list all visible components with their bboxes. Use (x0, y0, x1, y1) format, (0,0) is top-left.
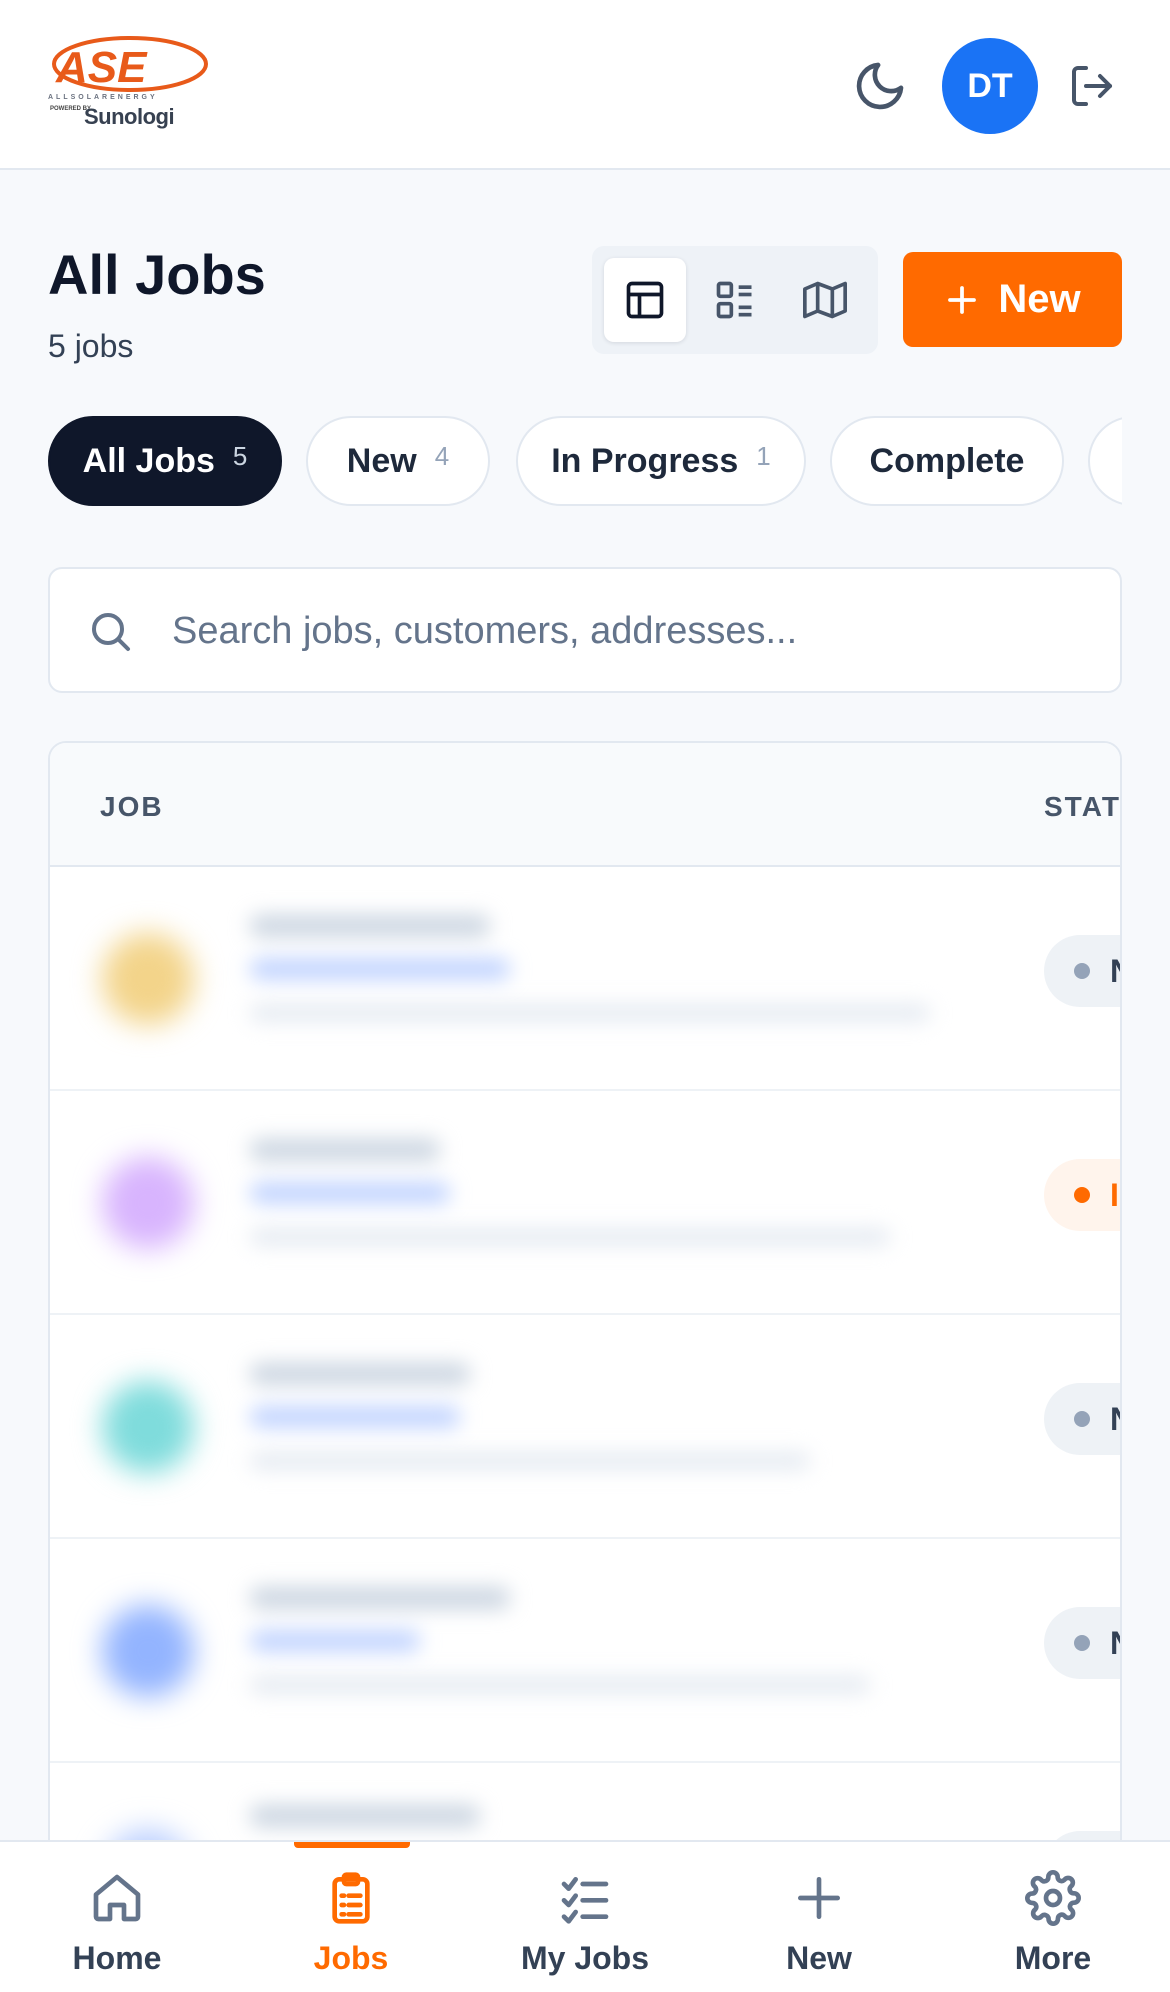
job-address-redacted (250, 1005, 930, 1021)
job-title-redacted (250, 1363, 470, 1385)
gear-icon (1025, 1870, 1081, 1926)
app-header: ASE ALLSOLARENERGY POWERED BY Sunologi D… (0, 0, 1170, 170)
tab-count: 5 (232, 440, 248, 471)
search-input[interactable] (172, 597, 1072, 665)
search-bar (48, 567, 1122, 693)
job-avatar (102, 1157, 194, 1249)
job-avatar (102, 1605, 194, 1697)
tab-label: In Progress (551, 441, 739, 480)
moon-icon[interactable] (852, 58, 908, 114)
nav-item-jobs[interactable]: Jobs (234, 1842, 468, 1992)
new-job-button-label: New (998, 277, 1081, 321)
tab-label: All Jobs (82, 441, 215, 480)
job-avatar (102, 1381, 194, 1473)
status-badge: N (1044, 1607, 1120, 1679)
table-view-button[interactable] (604, 258, 686, 342)
job-count: 5 jobs (48, 328, 134, 364)
logo-tagline: ALLSOLARENERGY (48, 94, 158, 101)
tab-new[interactable]: New 4 (306, 416, 490, 506)
checklist-icon (561, 1877, 609, 1924)
table-view-icon (626, 281, 664, 319)
map-view-button[interactable] (784, 258, 866, 342)
logout-icon[interactable] (1068, 62, 1116, 110)
table-row[interactable]: N (50, 1315, 1120, 1539)
tab-count: 1 (756, 440, 771, 471)
job-title-redacted (250, 1587, 510, 1609)
bottom-navigation: Home Jobs My Jobs New More (0, 1840, 1170, 1992)
list-view-icon (716, 281, 752, 319)
table-row[interactable]: N (50, 1539, 1120, 1763)
page-title: All Jobs (48, 243, 266, 306)
status-text: N (1110, 1401, 1120, 1438)
status-badge: I (1044, 1159, 1120, 1231)
new-job-button[interactable]: New (903, 252, 1122, 347)
nav-label: Jobs (313, 1940, 389, 1976)
tab-count: 4 (434, 440, 450, 471)
tab-label: Complete (869, 441, 1025, 480)
status-badge: N (1044, 1383, 1120, 1455)
table-row[interactable]: I (50, 1091, 1120, 1315)
tab-label: New (346, 441, 417, 480)
company-logo[interactable]: ASE ALLSOLARENERGY POWERED BY Sunologi (48, 32, 208, 136)
job-address-redacted (250, 1677, 870, 1693)
tab-complete[interactable]: Complete (830, 416, 1064, 506)
status-text: N (1110, 953, 1120, 990)
column-header-status: STAT (1044, 791, 1121, 822)
list-view-button[interactable] (694, 258, 776, 342)
table-header: JOB STAT (50, 743, 1120, 867)
clipboard-icon (332, 1872, 370, 1924)
job-title-redacted (250, 915, 490, 937)
job-customer-redacted (250, 959, 510, 979)
nav-item-my-jobs[interactable]: My Jobs (468, 1842, 702, 1992)
nav-item-new[interactable]: New (702, 1842, 936, 1992)
job-customer-redacted (250, 1183, 450, 1203)
job-address-redacted (250, 1453, 810, 1469)
tab-in-progress[interactable]: In Progress 1 (516, 416, 806, 506)
job-avatar (102, 933, 194, 1025)
job-address-redacted (250, 1229, 890, 1245)
home-icon (93, 1874, 141, 1922)
view-mode-toggle (592, 246, 878, 354)
status-badge: N (1044, 935, 1120, 1007)
job-title-redacted (250, 1805, 480, 1827)
nav-label: Home (72, 1940, 162, 1976)
tab-more-filter[interactable] (1088, 416, 1122, 506)
nav-item-home[interactable]: Home (0, 1842, 234, 1992)
status-dot (1074, 963, 1090, 979)
nav-label: More (1014, 1940, 1092, 1976)
logo-brand-text: ASE (55, 43, 148, 92)
job-customer-redacted (250, 1407, 460, 1427)
plus-icon (798, 1877, 840, 1919)
map-view-icon (803, 281, 847, 319)
plus-icon (948, 285, 977, 314)
filter-tabs: All Jobs 5 New 4 In Progress 1 Complete (48, 416, 1122, 508)
logo-mark: ASE (52, 36, 208, 92)
logo-subtitle: Sunologi (84, 104, 175, 129)
status-dot (1074, 1411, 1090, 1427)
status-text: N (1110, 1625, 1120, 1662)
jobs-table: JOB STAT N I N (48, 741, 1122, 1991)
status-dot (1074, 1635, 1090, 1651)
user-avatar[interactable]: DT (942, 38, 1038, 134)
nav-item-more[interactable]: More (936, 1842, 1170, 1992)
table-row[interactable]: N (50, 867, 1120, 1091)
status-dot (1074, 1187, 1090, 1203)
tab-all-jobs[interactable]: All Jobs 5 (48, 416, 282, 506)
status-text: I (1110, 1177, 1119, 1213)
job-customer-redacted (250, 1631, 420, 1651)
nav-label: New (786, 1940, 852, 1976)
column-header-job: JOB (100, 791, 164, 822)
job-title-redacted (250, 1139, 440, 1161)
nav-label: My Jobs (520, 1940, 650, 1976)
search-icon (92, 613, 130, 651)
